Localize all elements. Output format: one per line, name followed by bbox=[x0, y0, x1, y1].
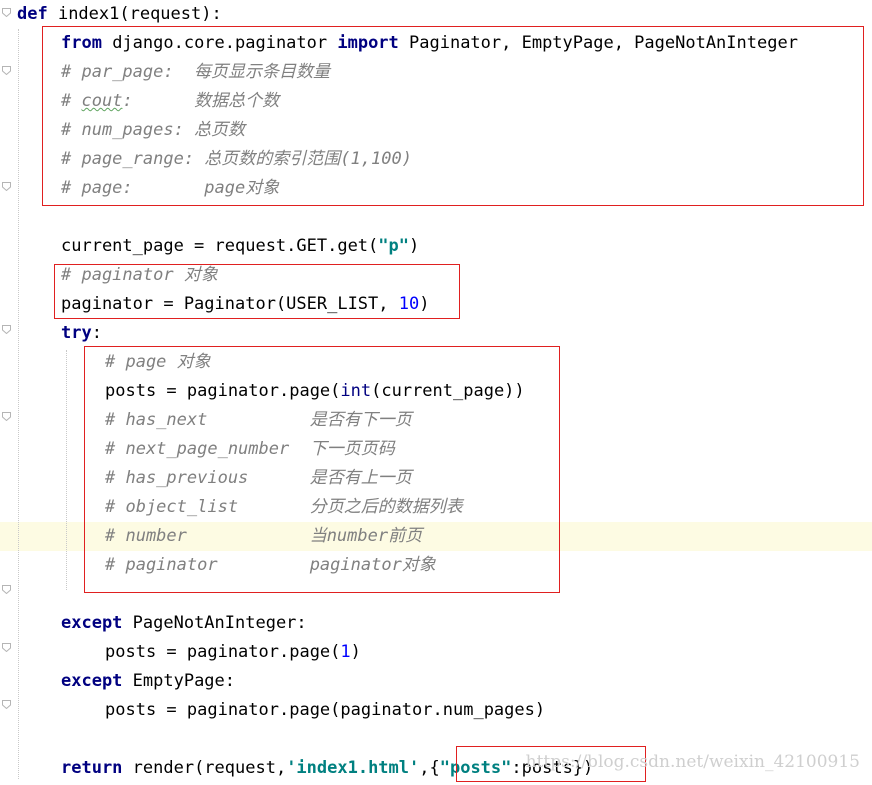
fold-marker-icon[interactable] bbox=[2, 412, 11, 421]
fold-marker-icon[interactable] bbox=[2, 325, 11, 334]
annotation-box-paginator bbox=[54, 264, 460, 319]
code-token: : bbox=[91, 323, 102, 343]
code-line: try: bbox=[61, 319, 102, 348]
fold-marker-icon[interactable] bbox=[2, 585, 11, 594]
code-line: posts = paginator.page(1) bbox=[105, 638, 361, 667]
code-token: current_page = request.GET.get( bbox=[61, 236, 379, 256]
code-token: except bbox=[61, 613, 123, 633]
indent-guide bbox=[66, 350, 67, 590]
code-token: return bbox=[61, 758, 123, 778]
code-line: current_page = request.GET.get("p") bbox=[61, 232, 419, 261]
annotation-box-imports bbox=[42, 26, 864, 206]
fold-marker-icon[interactable] bbox=[2, 643, 11, 652]
watermark-text: https://blog.csdn.net/weixin_42100915 bbox=[525, 752, 860, 772]
fold-marker-icon[interactable] bbox=[2, 8, 11, 17]
code-token: EmptyPage: bbox=[122, 671, 236, 691]
code-token: try bbox=[61, 323, 92, 343]
indent-guide bbox=[18, 29, 19, 779]
code-token: def bbox=[17, 4, 48, 24]
fold-marker-icon[interactable] bbox=[2, 66, 11, 75]
code-token: index1(request): bbox=[47, 4, 222, 24]
code-token: render(request, bbox=[122, 758, 287, 778]
code-token: 1 bbox=[340, 642, 351, 662]
code-token: posts = paginator.page(paginator.num_pag… bbox=[105, 700, 546, 720]
code-token: 'index1.html' bbox=[286, 758, 420, 778]
annotation-box-page-object bbox=[84, 346, 560, 593]
code-token: ) bbox=[409, 236, 420, 256]
fold-marker-icon[interactable] bbox=[2, 700, 11, 709]
fold-marker-icon[interactable] bbox=[2, 182, 11, 191]
code-line: def index1(request): bbox=[17, 0, 222, 29]
code-token: except bbox=[61, 671, 123, 691]
fold-gutter bbox=[0, 0, 16, 785]
code-line: posts = paginator.page(paginator.num_pag… bbox=[105, 696, 545, 725]
code-token: posts = paginator.page( bbox=[105, 642, 341, 662]
code-token: "p" bbox=[378, 236, 409, 256]
code-line: except EmptyPage: bbox=[61, 667, 235, 696]
code-token: PageNotAnInteger: bbox=[122, 613, 307, 633]
code-token: ,{ bbox=[419, 758, 440, 778]
code-editor[interactable]: def index1(request): from django.core.pag… bbox=[0, 0, 872, 785]
code-line: except PageNotAnInteger: bbox=[61, 609, 307, 638]
code-token: ) bbox=[350, 642, 361, 662]
